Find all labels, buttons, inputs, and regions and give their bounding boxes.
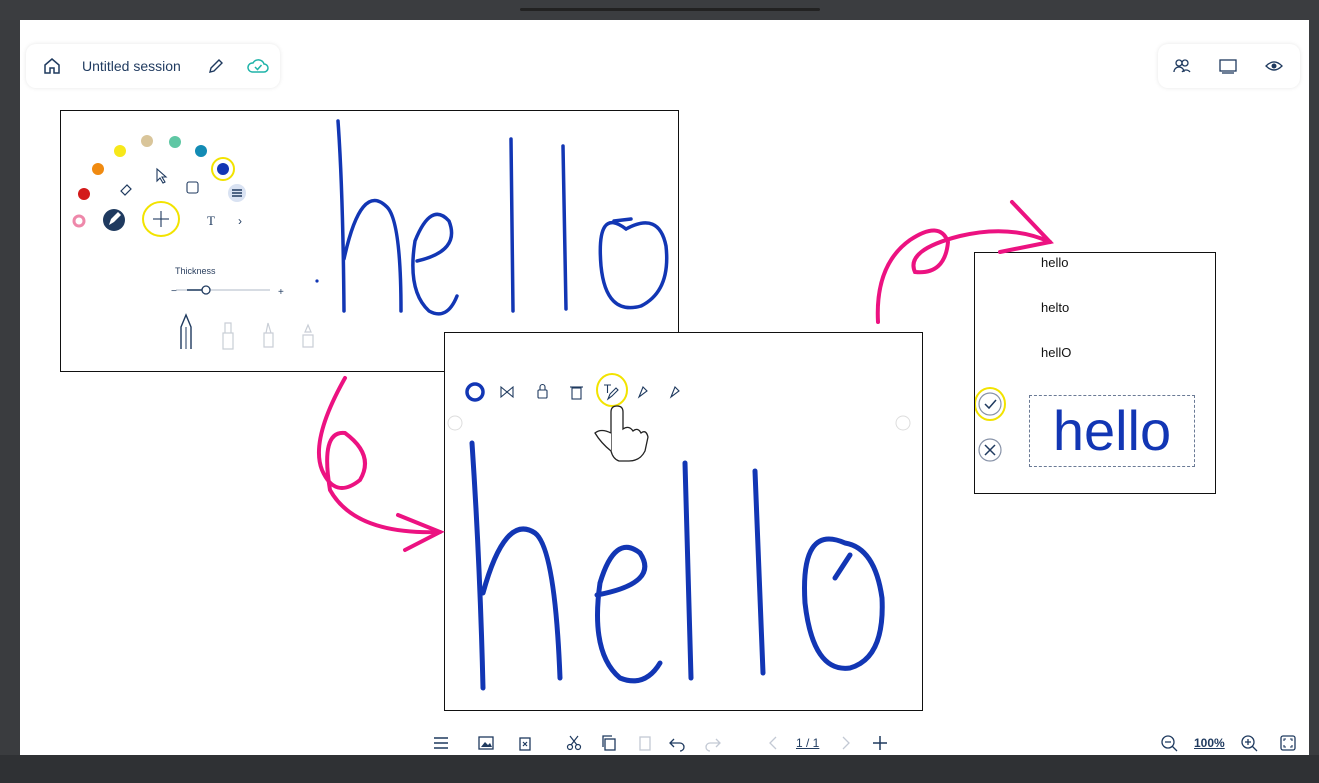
more-tools-chevron[interactable]: › xyxy=(238,214,242,228)
paste-icon[interactable] xyxy=(636,734,654,752)
eraser-icon[interactable] xyxy=(120,184,132,196)
zoom-out-icon[interactable] xyxy=(1160,734,1178,752)
ink-selection-panel xyxy=(444,332,923,711)
page-indicator[interactable]: 1 / 1 xyxy=(796,736,819,750)
color-wheel-icon[interactable] xyxy=(72,214,86,228)
text-tool-icon[interactable]: T xyxy=(207,213,215,228)
color-mint[interactable] xyxy=(169,136,181,148)
undo-icon[interactable] xyxy=(668,734,686,752)
cursor-select-icon[interactable] xyxy=(156,167,168,184)
convert-shape-icon[interactable] xyxy=(637,386,648,399)
copy-icon[interactable] xyxy=(600,734,618,752)
participants-icon[interactable] xyxy=(1172,56,1192,76)
hand-pointer-icon xyxy=(594,405,649,462)
cut-icon[interactable] xyxy=(565,734,583,752)
recognition-panel: hello helto hellO hello xyxy=(974,252,1216,494)
pencil-edit-icon[interactable] xyxy=(206,56,226,76)
display-bezel-right xyxy=(1309,20,1319,755)
add-page-icon[interactable] xyxy=(871,734,889,752)
session-title[interactable]: Untitled session xyxy=(82,58,181,74)
display-bezel-left xyxy=(0,20,20,755)
menu-icon[interactable] xyxy=(432,734,450,752)
candidate-option-2[interactable]: helto xyxy=(1041,300,1069,315)
color-beige[interactable] xyxy=(141,135,153,147)
shapes-icon[interactable] xyxy=(186,181,199,194)
color-blue-selected[interactable] xyxy=(217,163,229,175)
screen-share-icon[interactable] xyxy=(1218,56,1238,76)
home-icon[interactable] xyxy=(42,56,62,76)
fullscreen-icon[interactable] xyxy=(1279,734,1297,752)
selection-drawing xyxy=(447,373,911,691)
redo-icon[interactable] xyxy=(704,734,722,752)
thickness-plus[interactable]: + xyxy=(278,287,284,298)
next-page-icon[interactable] xyxy=(836,734,854,752)
display-bezel-bottom xyxy=(0,755,1319,783)
magic-pen-icon[interactable] xyxy=(302,323,314,348)
delete-icon[interactable] xyxy=(570,386,583,400)
cloud-synced-icon[interactable] xyxy=(246,56,270,76)
move-icon[interactable] xyxy=(142,201,180,237)
handwriting-ink-large xyxy=(469,440,885,691)
color-ring-icon[interactable] xyxy=(465,382,485,402)
color-yellow[interactable] xyxy=(114,145,126,157)
confirm-check-icon[interactable] xyxy=(978,392,1002,416)
session-bar: Untitled session xyxy=(26,44,280,88)
clear-page-icon[interactable] xyxy=(516,734,534,752)
lock-icon[interactable] xyxy=(537,383,548,399)
top-right-toolbar xyxy=(1158,44,1300,88)
camera-bar xyxy=(520,8,820,11)
candidate-option-1[interactable]: hello xyxy=(1041,255,1068,270)
convert-to-text-icon[interactable] xyxy=(596,373,628,407)
thickness-minus[interactable]: − xyxy=(171,286,177,297)
color-red[interactable] xyxy=(78,188,90,200)
thickness-slider-knob[interactable] xyxy=(201,285,211,295)
confirm-cancel-buttons xyxy=(975,387,1006,462)
flip-icon[interactable] xyxy=(500,385,514,399)
converted-text-box[interactable]: hello xyxy=(1029,395,1195,467)
zoom-level[interactable]: 100% xyxy=(1194,736,1225,750)
handwriting-ink-small xyxy=(336,119,669,316)
zoom-in-icon[interactable] xyxy=(1240,734,1258,752)
display-bezel-top xyxy=(0,0,1319,20)
previous-page-icon[interactable] xyxy=(765,734,783,752)
thickness-label: Thickness xyxy=(175,266,216,276)
magic-convert-icon[interactable] xyxy=(669,386,680,399)
highlighter-type-icon[interactable] xyxy=(263,322,274,348)
insert-image-icon[interactable] xyxy=(477,734,495,752)
pencil-type-icon[interactable] xyxy=(180,313,192,349)
candidate-option-3[interactable]: hellO xyxy=(1041,345,1071,360)
color-teal[interactable] xyxy=(195,145,207,157)
view-eye-icon[interactable] xyxy=(1264,56,1284,76)
marker-type-icon[interactable] xyxy=(222,322,234,350)
color-orange[interactable] xyxy=(92,163,104,175)
